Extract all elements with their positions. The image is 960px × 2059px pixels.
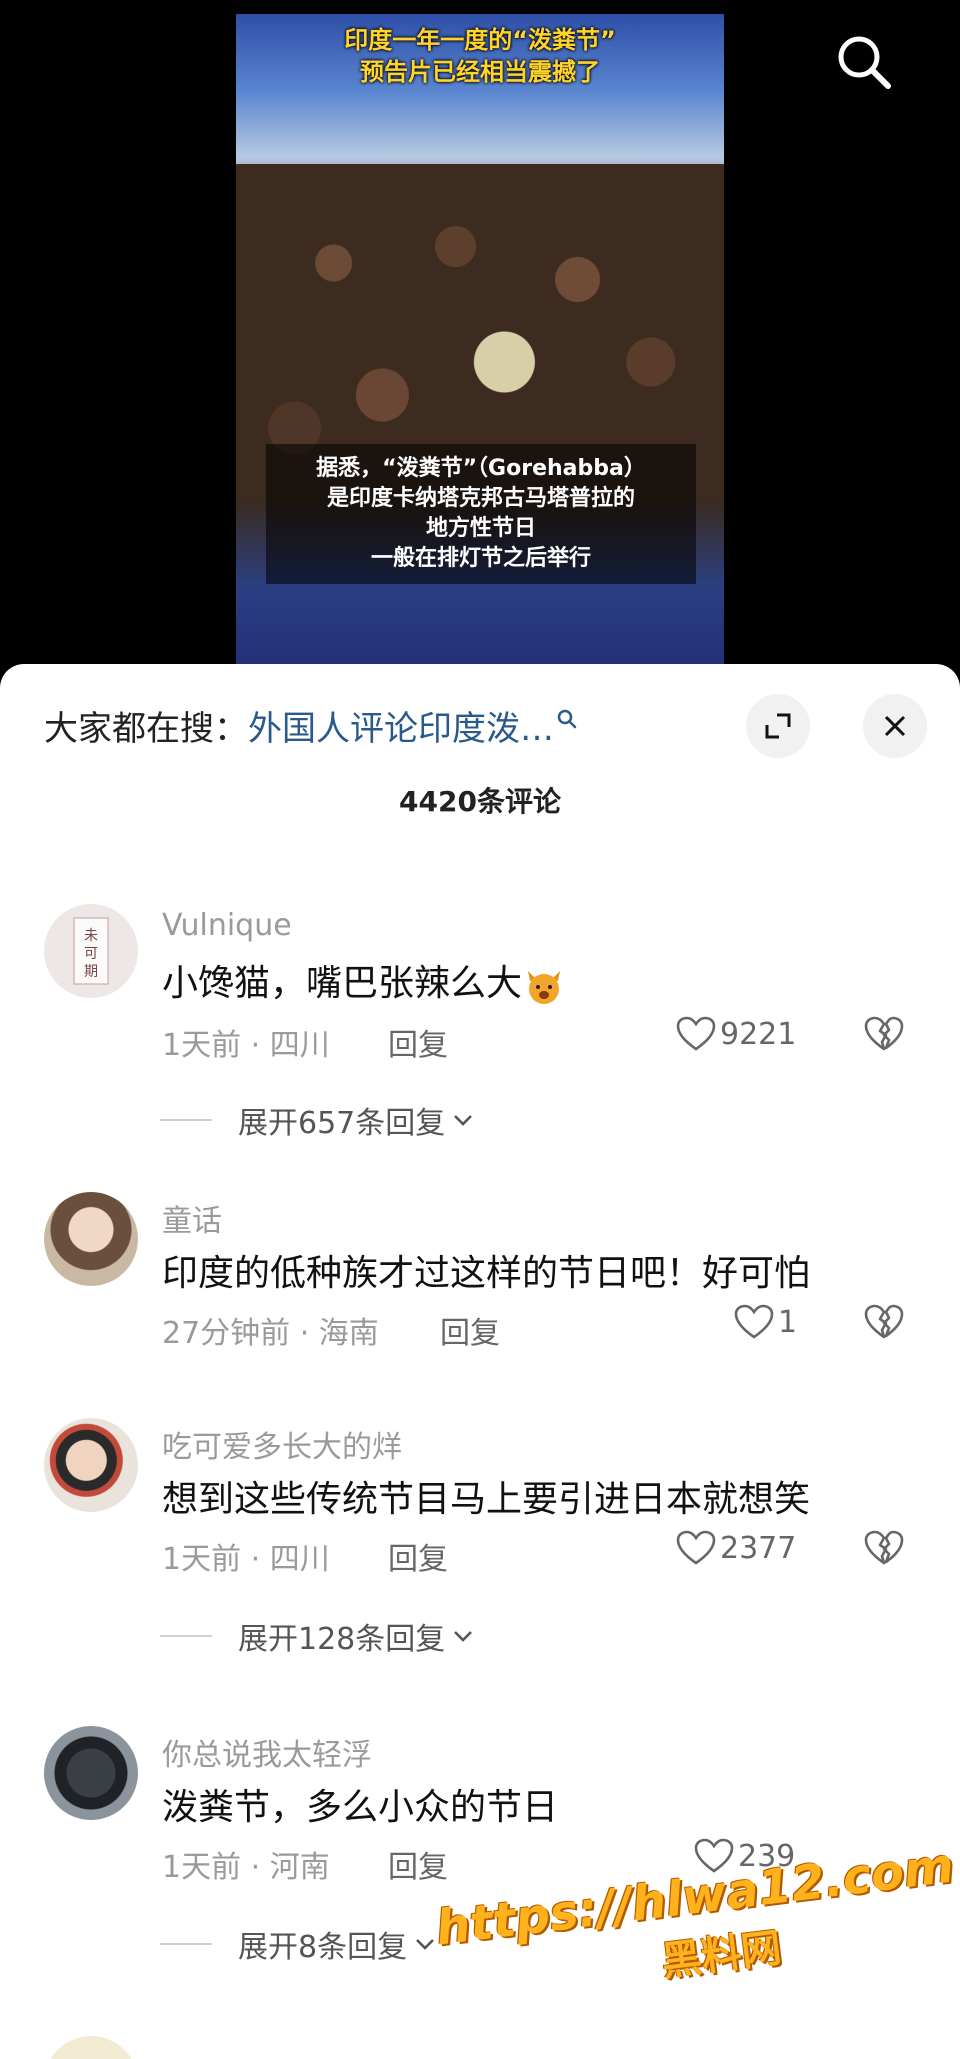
video-player[interactable]: 印度一年一度的“泼粪节” 预告片已经相当震撼了 据悉，“泼粪节”（Gorehab… bbox=[0, 0, 960, 700]
video-title-line: 印度一年一度的“泼粪节” bbox=[344, 26, 616, 54]
avatar[interactable] bbox=[44, 1192, 138, 1286]
expand-replies[interactable]: 展开8条回复 bbox=[160, 1922, 437, 1966]
reply-button[interactable]: 回复 bbox=[388, 1842, 448, 1886]
chevron-down-icon bbox=[454, 1115, 473, 1126]
comments-panel: 大家都在搜： 外国人评论印度泼… 4420条评论 未 可 期 Vulnique … bbox=[0, 664, 960, 2059]
video-title: 印度一年一度的“泼粪节” 预告片已经相当震撼了 bbox=[236, 24, 724, 88]
like-button[interactable]: 1 bbox=[734, 1304, 797, 1340]
like-count: 9221 bbox=[720, 1016, 797, 1052]
like-button[interactable]: 9221 bbox=[676, 1016, 796, 1052]
comment-meta: 1天前 · 河南 bbox=[162, 1850, 330, 1885]
video-thumbnail[interactable]: 印度一年一度的“泼粪节” 预告片已经相当震撼了 据悉，“泼粪节”（Gorehab… bbox=[236, 14, 724, 664]
video-caption: 据悉，“泼粪节”（Gorehabba） 是印度卡纳塔克邦古马塔普拉的 地方性节日… bbox=[266, 444, 696, 584]
dislike-button[interactable] bbox=[864, 1016, 904, 1056]
comment-text: 泼粪节，多么小众的节日 bbox=[162, 1787, 559, 1828]
reply-button[interactable]: 回复 bbox=[388, 1534, 448, 1578]
hot-search-term[interactable]: 外国人评论印度泼… bbox=[248, 701, 554, 750]
close-icon bbox=[884, 715, 906, 737]
broken-heart-icon bbox=[864, 1530, 904, 1565]
caption-line: 是印度卡纳塔克邦古马塔普拉的 bbox=[326, 486, 635, 511]
expand-replies[interactable]: 展开657条回复 bbox=[160, 1098, 475, 1142]
comment-text: 想到这些传统节目马上要引进日本就想笑 bbox=[162, 1479, 811, 1520]
caption-line: 地方性节日 bbox=[425, 516, 536, 541]
svg-text:可: 可 bbox=[84, 946, 98, 962]
dislike-button[interactable] bbox=[864, 1304, 904, 1344]
close-button[interactable] bbox=[863, 694, 927, 758]
search-button[interactable] bbox=[832, 30, 896, 94]
hot-search-bar[interactable]: 大家都在搜： 外国人评论印度泼… bbox=[44, 700, 578, 750]
reply-button[interactable]: 回复 bbox=[388, 1020, 448, 1064]
like-button[interactable]: 2377 bbox=[676, 1530, 796, 1566]
comment-count: 4420条评论 bbox=[399, 785, 561, 818]
search-icon bbox=[557, 709, 577, 729]
expand-button[interactable] bbox=[746, 694, 810, 758]
expand-replies-label: 展开657条回复 bbox=[238, 1106, 446, 1141]
username[interactable]: 吃可爱多长大的烊 bbox=[162, 1422, 402, 1466]
divider bbox=[160, 1119, 212, 1121]
avatar-image: 未 可 期 bbox=[73, 917, 109, 985]
expand-replies-label: 展开128条回复 bbox=[238, 1622, 446, 1657]
username[interactable]: 你总说我太轻浮 bbox=[162, 1730, 372, 1774]
chevron-down-icon bbox=[454, 1631, 473, 1642]
like-count: 1 bbox=[778, 1304, 798, 1340]
avatar[interactable] bbox=[44, 1726, 138, 1820]
video-title-line: 预告片已经相当震撼了 bbox=[360, 58, 600, 86]
cat-face-icon bbox=[528, 971, 561, 1004]
comment-meta: 27分钟前 · 海南 bbox=[162, 1316, 379, 1351]
like-count: 2377 bbox=[720, 1530, 797, 1566]
avatar[interactable]: 未 可 期 bbox=[44, 904, 138, 998]
comment-text-content: 小馋猫，嘴巴张辣么大 bbox=[162, 963, 523, 1004]
broken-heart-icon bbox=[864, 1304, 904, 1339]
heart-icon bbox=[676, 1016, 716, 1051]
comment-meta: 1天前 · 四川 bbox=[162, 1028, 330, 1063]
heart-icon bbox=[676, 1530, 716, 1565]
svg-text:期: 期 bbox=[84, 964, 98, 980]
username[interactable]: 童话 bbox=[162, 1196, 222, 1240]
divider bbox=[160, 1635, 212, 1637]
comment-meta: 1天前 · 四川 bbox=[162, 1542, 330, 1577]
dislike-button[interactable] bbox=[864, 1530, 904, 1570]
broken-heart-icon bbox=[864, 1016, 904, 1051]
caption-line: 一般在排灯节之后举行 bbox=[370, 546, 591, 571]
chevron-down-icon bbox=[416, 1939, 435, 1950]
reply-button[interactable]: 回复 bbox=[440, 1308, 500, 1352]
avatar[interactable] bbox=[44, 1418, 138, 1512]
comment-text: 印度的低种族才过这样的节日吧！好可怕 bbox=[162, 1253, 811, 1294]
expand-icon bbox=[765, 713, 791, 739]
svg-text:未: 未 bbox=[84, 928, 98, 944]
heart-icon bbox=[734, 1304, 774, 1339]
caption-line: 据悉，“泼粪节”（Gorehabba） bbox=[316, 456, 646, 481]
username[interactable]: Vulnique bbox=[162, 908, 292, 943]
divider bbox=[160, 1943, 212, 1945]
hot-search-label: 大家都在搜： bbox=[44, 708, 248, 749]
comment-text: 小馋猫，嘴巴张辣么大 bbox=[162, 954, 566, 1007]
search-icon bbox=[838, 36, 891, 89]
expand-replies[interactable]: 展开128条回复 bbox=[160, 1614, 475, 1658]
expand-replies-label: 展开8条回复 bbox=[238, 1930, 408, 1965]
